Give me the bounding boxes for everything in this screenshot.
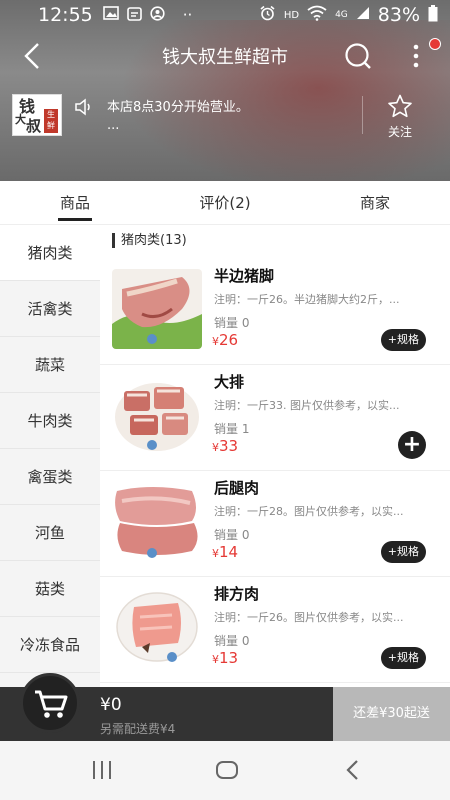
product-note: 注明：一斤33. 图片仅供参考，以实... [214, 399, 400, 412]
price-value: 14 [219, 543, 239, 561]
notice-more[interactable]: ... [107, 118, 119, 133]
image-icon [102, 5, 119, 25]
cart-total: ¥0 [100, 695, 122, 715]
hd-label: HD [283, 9, 300, 21]
face-icon [150, 5, 165, 25]
signal-icon [356, 6, 370, 24]
category-item-poultry[interactable]: 活禽类 [0, 281, 100, 337]
product-image[interactable] [112, 587, 202, 667]
price-value: 13 [219, 649, 239, 667]
currency-symbol: ¥ [212, 653, 219, 666]
tab-merchant[interactable]: 商家 [300, 181, 450, 224]
product-note: 注明：一斤26。图片仅供参考，以实... [214, 611, 404, 624]
product-image[interactable] [112, 481, 202, 561]
network-label: 4G [335, 10, 348, 20]
product-note: 注明：一斤28。图片仅供参考，以实... [214, 505, 404, 518]
select-spec-button[interactable]: +规格 [380, 541, 426, 563]
product-item[interactable]: 排方肉 注明：一斤26。图片仅供参考，以实... 销量 0 ¥13 +规格 [100, 577, 450, 683]
nav-bar: 钱大叔生鲜超市 [0, 34, 450, 78]
follow-button[interactable]: 关注 [380, 94, 420, 139]
search-button[interactable] [342, 40, 374, 72]
category-sidebar: 猪肉类 活禽类 蔬菜 牛肉类 禽蛋类 河鱼 菇类 冷冻食品 [0, 225, 100, 687]
category-item-frozen[interactable]: 冷冻食品 [0, 617, 100, 673]
home-button[interactable] [215, 759, 239, 785]
category-item-river-fish[interactable]: 河鱼 [0, 505, 100, 561]
product-sales: 销量 0 [214, 316, 250, 330]
select-spec-button[interactable]: +规格 [380, 329, 426, 351]
status-time: 12:55 [38, 4, 93, 26]
product-price: ¥26 [212, 331, 238, 349]
price-value: 26 [219, 331, 239, 349]
status-bar: 12:55 ·· HD 4G 83% [0, 0, 450, 30]
product-price: ¥14 [212, 543, 238, 561]
alarm-icon [259, 5, 276, 25]
product-sales: 销量 1 [214, 422, 250, 436]
shop-notice[interactable]: 本店8点30分开始营业。 [107, 96, 249, 115]
cart-button[interactable] [20, 673, 80, 733]
system-back-button[interactable] [343, 759, 363, 785]
product-sales: 销量 0 [214, 528, 250, 542]
more-vertical-icon [413, 44, 419, 68]
recent-apps-button[interactable] [90, 759, 114, 785]
product-item[interactable]: 大排 注明：一斤33. 图片仅供参考，以实... 销量 1 ¥33 + [100, 365, 450, 471]
product-name: 后腿肉 [214, 479, 260, 497]
category-item-beef[interactable]: 牛肉类 [0, 393, 100, 449]
product-price: ¥33 [212, 437, 238, 455]
recent-apps-icon [93, 761, 111, 779]
product-note: 注明：一斤26。半边猪脚大约2斤，... [214, 293, 400, 306]
category-item-pork[interactable]: 猪肉类 [0, 225, 100, 281]
section-title: 猪肉类(13) [112, 233, 187, 248]
currency-symbol: ¥ [212, 441, 219, 454]
divider [362, 96, 363, 134]
product-image[interactable] [112, 269, 202, 349]
status-dots: ·· [182, 5, 193, 24]
calendar-icon [126, 6, 142, 25]
currency-symbol: ¥ [212, 547, 219, 560]
category-item-eggs[interactable]: 禽蛋类 [0, 449, 100, 505]
category-item-vegetables[interactable]: 蔬菜 [0, 337, 100, 393]
logo-stamp: 生鲜 [44, 109, 58, 133]
back-arrow-icon [346, 760, 358, 780]
battery-icon [428, 4, 438, 26]
battery-level: 83% [377, 4, 420, 26]
currency-symbol: ¥ [212, 335, 219, 348]
star-icon [388, 94, 412, 118]
follow-label: 关注 [387, 125, 412, 139]
checkout-button[interactable]: 还差¥30起送 [333, 687, 450, 741]
search-icon [345, 43, 371, 69]
shopping-cart-icon [35, 690, 68, 718]
shop-title: 钱大叔生鲜超市 [162, 47, 288, 68]
shop-header: 12:55 ·· HD 4G 83% 钱大叔生鲜超市 钱 大 叔 生鲜 本店8点… [0, 0, 450, 181]
speaker-icon [74, 98, 94, 116]
tab-bar: 商品 评价(2) 商家 [0, 181, 450, 225]
cart-bar: ¥0 另需配送费¥4 还差¥30起送 [0, 673, 450, 741]
tab-products[interactable]: 商品 [0, 181, 150, 224]
wifi-icon [307, 5, 327, 25]
product-list: 猪肉类(13) 半边猪脚 注明：一斤26。半边猪脚大约2斤，... 销量 0 ¥… [100, 225, 450, 687]
product-name: 半边猪脚 [214, 267, 275, 285]
more-button[interactable] [404, 40, 428, 72]
tab-reviews[interactable]: 评价(2) [150, 181, 300, 224]
product-price: ¥13 [212, 649, 238, 667]
product-name: 大排 [214, 373, 245, 391]
product-name: 排方肉 [214, 585, 260, 603]
system-nav-bar [0, 741, 450, 800]
add-to-cart-button[interactable]: + [398, 431, 426, 459]
shop-logo[interactable]: 钱 大 叔 生鲜 [12, 94, 62, 136]
logo-char-3: 叔 [26, 117, 42, 135]
select-spec-button[interactable]: +规格 [380, 647, 426, 669]
product-item[interactable]: 半边猪脚 注明：一斤26。半边猪脚大约2斤，... 销量 0 ¥26 +规格 [100, 259, 450, 365]
notification-dot [429, 38, 441, 50]
price-value: 33 [219, 437, 239, 455]
product-image[interactable] [112, 375, 202, 455]
delivery-fee: 另需配送费¥4 [100, 722, 176, 736]
product-item[interactable]: 后腿肉 注明：一斤28。图片仅供参考，以实... 销量 0 ¥14 +规格 [100, 471, 450, 577]
logo-char-2: 大 [15, 113, 26, 126]
category-item-mushrooms[interactable]: 菇类 [0, 561, 100, 617]
product-sales: 销量 0 [214, 634, 250, 648]
home-icon [216, 761, 238, 779]
